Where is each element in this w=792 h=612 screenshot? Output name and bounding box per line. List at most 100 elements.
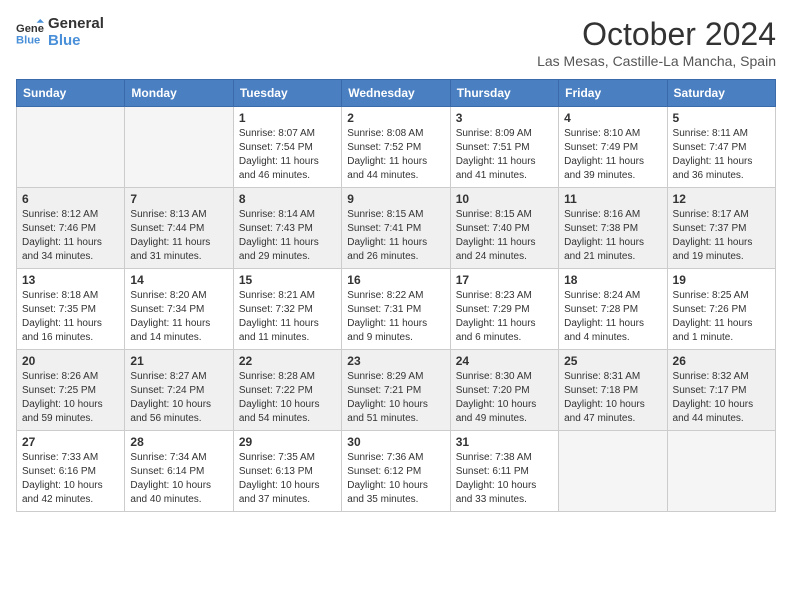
calendar-cell: 16 Sunrise: 8:22 AM Sunset: 7:31 PM Dayl… [342,269,450,350]
day-info: Sunrise: 7:36 AM Sunset: 6:12 PM Dayligh… [347,451,444,507]
calendar-cell: 18 Sunrise: 8:24 AM Sunset: 7:28 PM Dayl… [559,269,667,350]
day-info: Sunrise: 7:33 AM Sunset: 6:16 PM Dayligh… [22,451,119,507]
day-number: 27 [22,435,119,449]
col-sunday: Sunday [17,80,125,107]
day-number: 24 [456,354,553,368]
day-number: 9 [347,192,444,206]
day-number: 15 [239,273,336,287]
calendar-cell: 4 Sunrise: 8:10 AM Sunset: 7:49 PM Dayli… [559,107,667,188]
day-info: Sunrise: 8:15 AM Sunset: 7:40 PM Dayligh… [456,208,553,264]
col-thursday: Thursday [450,80,558,107]
calendar-week-row: 6 Sunrise: 8:12 AM Sunset: 7:46 PM Dayli… [17,188,776,269]
day-info: Sunrise: 8:22 AM Sunset: 7:31 PM Dayligh… [347,289,444,345]
month-title: October 2024 [537,16,776,53]
calendar-cell: 24 Sunrise: 8:30 AM Sunset: 7:20 PM Dayl… [450,350,558,431]
calendar-header-row: Sunday Monday Tuesday Wednesday Thursday… [17,80,776,107]
day-info: Sunrise: 8:20 AM Sunset: 7:34 PM Dayligh… [130,289,227,345]
col-saturday: Saturday [667,80,775,107]
day-info: Sunrise: 8:07 AM Sunset: 7:54 PM Dayligh… [239,127,336,183]
calendar-cell: 25 Sunrise: 8:31 AM Sunset: 7:18 PM Dayl… [559,350,667,431]
day-info: Sunrise: 8:24 AM Sunset: 7:28 PM Dayligh… [564,289,661,345]
day-number: 1 [239,111,336,125]
logo-line1: General [48,16,104,33]
day-number: 28 [130,435,227,449]
calendar-week-row: 1 Sunrise: 8:07 AM Sunset: 7:54 PM Dayli… [17,107,776,188]
day-info: Sunrise: 8:31 AM Sunset: 7:18 PM Dayligh… [564,370,661,426]
day-number: 11 [564,192,661,206]
day-info: Sunrise: 8:21 AM Sunset: 7:32 PM Dayligh… [239,289,336,345]
calendar-cell: 3 Sunrise: 8:09 AM Sunset: 7:51 PM Dayli… [450,107,558,188]
day-number: 10 [456,192,553,206]
calendar-cell: 15 Sunrise: 8:21 AM Sunset: 7:32 PM Dayl… [233,269,341,350]
calendar-cell: 10 Sunrise: 8:15 AM Sunset: 7:40 PM Dayl… [450,188,558,269]
day-info: Sunrise: 8:25 AM Sunset: 7:26 PM Dayligh… [673,289,770,345]
col-friday: Friday [559,80,667,107]
day-number: 23 [347,354,444,368]
calendar-cell [125,107,233,188]
day-number: 7 [130,192,227,206]
day-info: Sunrise: 8:08 AM Sunset: 7:52 PM Dayligh… [347,127,444,183]
day-number: 2 [347,111,444,125]
day-info: Sunrise: 7:34 AM Sunset: 6:14 PM Dayligh… [130,451,227,507]
day-number: 31 [456,435,553,449]
day-info: Sunrise: 8:27 AM Sunset: 7:24 PM Dayligh… [130,370,227,426]
calendar-cell: 23 Sunrise: 8:29 AM Sunset: 7:21 PM Dayl… [342,350,450,431]
day-number: 25 [564,354,661,368]
day-info: Sunrise: 8:18 AM Sunset: 7:35 PM Dayligh… [22,289,119,345]
day-info: Sunrise: 8:23 AM Sunset: 7:29 PM Dayligh… [456,289,553,345]
day-number: 4 [564,111,661,125]
calendar-cell: 9 Sunrise: 8:15 AM Sunset: 7:41 PM Dayli… [342,188,450,269]
day-info: Sunrise: 8:28 AM Sunset: 7:22 PM Dayligh… [239,370,336,426]
calendar-cell [17,107,125,188]
calendar-week-row: 13 Sunrise: 8:18 AM Sunset: 7:35 PM Dayl… [17,269,776,350]
logo-icon: General Blue [16,19,44,47]
calendar-cell: 6 Sunrise: 8:12 AM Sunset: 7:46 PM Dayli… [17,188,125,269]
calendar-cell: 7 Sunrise: 8:13 AM Sunset: 7:44 PM Dayli… [125,188,233,269]
title-block: October 2024 Las Mesas, Castille-La Manc… [537,16,776,69]
day-number: 26 [673,354,770,368]
page-header: General Blue General Blue October 2024 L… [16,16,776,69]
calendar-cell [667,431,775,512]
calendar-cell: 5 Sunrise: 8:11 AM Sunset: 7:47 PM Dayli… [667,107,775,188]
day-info: Sunrise: 8:26 AM Sunset: 7:25 PM Dayligh… [22,370,119,426]
day-number: 17 [456,273,553,287]
calendar-cell: 28 Sunrise: 7:34 AM Sunset: 6:14 PM Dayl… [125,431,233,512]
logo: General Blue General Blue [16,16,104,49]
calendar-table: Sunday Monday Tuesday Wednesday Thursday… [16,79,776,512]
day-info: Sunrise: 8:17 AM Sunset: 7:37 PM Dayligh… [673,208,770,264]
calendar-cell: 20 Sunrise: 8:26 AM Sunset: 7:25 PM Dayl… [17,350,125,431]
day-info: Sunrise: 8:13 AM Sunset: 7:44 PM Dayligh… [130,208,227,264]
calendar-cell: 12 Sunrise: 8:17 AM Sunset: 7:37 PM Dayl… [667,188,775,269]
col-wednesday: Wednesday [342,80,450,107]
calendar-cell: 31 Sunrise: 7:38 AM Sunset: 6:11 PM Dayl… [450,431,558,512]
day-number: 12 [673,192,770,206]
day-number: 6 [22,192,119,206]
day-number: 30 [347,435,444,449]
calendar-cell: 14 Sunrise: 8:20 AM Sunset: 7:34 PM Dayl… [125,269,233,350]
day-number: 13 [22,273,119,287]
calendar-cell: 19 Sunrise: 8:25 AM Sunset: 7:26 PM Dayl… [667,269,775,350]
calendar-cell: 27 Sunrise: 7:33 AM Sunset: 6:16 PM Dayl… [17,431,125,512]
calendar-cell: 26 Sunrise: 8:32 AM Sunset: 7:17 PM Dayl… [667,350,775,431]
calendar-cell: 11 Sunrise: 8:16 AM Sunset: 7:38 PM Dayl… [559,188,667,269]
day-info: Sunrise: 8:15 AM Sunset: 7:41 PM Dayligh… [347,208,444,264]
day-info: Sunrise: 8:32 AM Sunset: 7:17 PM Dayligh… [673,370,770,426]
calendar-cell: 29 Sunrise: 7:35 AM Sunset: 6:13 PM Dayl… [233,431,341,512]
svg-text:General: General [16,23,44,35]
svg-text:Blue: Blue [16,34,40,46]
day-number: 19 [673,273,770,287]
calendar-cell: 1 Sunrise: 8:07 AM Sunset: 7:54 PM Dayli… [233,107,341,188]
calendar-week-row: 20 Sunrise: 8:26 AM Sunset: 7:25 PM Dayl… [17,350,776,431]
logo-line2: Blue [48,33,104,50]
calendar-cell: 2 Sunrise: 8:08 AM Sunset: 7:52 PM Dayli… [342,107,450,188]
location: Las Mesas, Castille-La Mancha, Spain [537,53,776,69]
day-info: Sunrise: 8:11 AM Sunset: 7:47 PM Dayligh… [673,127,770,183]
col-tuesday: Tuesday [233,80,341,107]
day-info: Sunrise: 7:38 AM Sunset: 6:11 PM Dayligh… [456,451,553,507]
calendar-cell [559,431,667,512]
calendar-cell: 8 Sunrise: 8:14 AM Sunset: 7:43 PM Dayli… [233,188,341,269]
day-info: Sunrise: 8:29 AM Sunset: 7:21 PM Dayligh… [347,370,444,426]
calendar-cell: 30 Sunrise: 7:36 AM Sunset: 6:12 PM Dayl… [342,431,450,512]
day-number: 14 [130,273,227,287]
day-number: 29 [239,435,336,449]
